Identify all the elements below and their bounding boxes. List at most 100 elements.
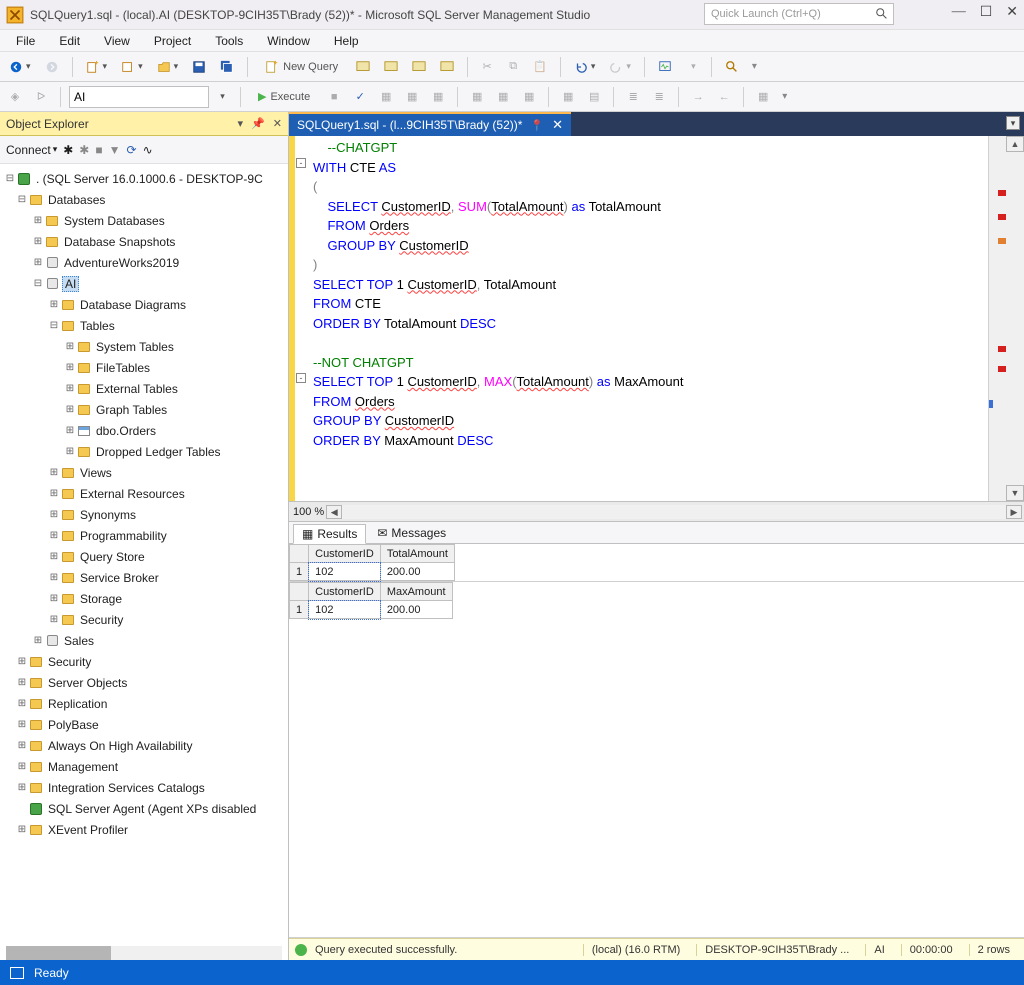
panel-dropdown-arrow[interactable]: ▾ <box>1006 116 1020 130</box>
expand-icon[interactable]: ⊞ <box>32 215 44 226</box>
tree-node[interactable]: ⊞Database Diagrams <box>0 294 288 315</box>
find-button[interactable] <box>720 56 744 78</box>
intellisense-button[interactable]: ▦ <box>427 86 449 108</box>
code-text-area[interactable]: --CHATGPTWITH CTE AS( SELECT CustomerID,… <box>309 136 988 501</box>
open-button[interactable] <box>152 56 184 78</box>
display-plan-button[interactable]: ▦ <box>375 86 397 108</box>
new-query-button[interactable]: New Query <box>256 56 347 78</box>
tree-node[interactable]: ⊞Security <box>0 651 288 672</box>
new-project-button[interactable] <box>116 56 148 78</box>
maximize-button[interactable]: ☐ <box>980 4 993 21</box>
menu-tools[interactable]: Tools <box>203 32 255 50</box>
tree-node[interactable]: ⊞Dropped Ledger Tables <box>0 441 288 462</box>
expand-icon[interactable]: ⊞ <box>32 635 44 646</box>
results-grid-button[interactable]: ▦ <box>557 86 579 108</box>
include-plan-button[interactable]: ▦ <box>466 86 488 108</box>
cell[interactable]: 200.00 <box>380 563 454 581</box>
zoom-level[interactable]: 100 % <box>293 506 324 518</box>
tree-node[interactable]: ⊞System Databases <box>0 210 288 231</box>
specify-values-button[interactable]: ▦ <box>752 86 774 108</box>
column-header[interactable] <box>290 545 309 563</box>
expand-icon[interactable]: ⊞ <box>16 740 28 751</box>
refresh-icon[interactable]: ⟳ <box>127 143 137 157</box>
expand-icon[interactable]: ⊞ <box>16 761 28 772</box>
fold-box[interactable]: - <box>296 373 306 383</box>
activity-monitor-dd[interactable] <box>681 56 703 78</box>
tab-pin-icon[interactable]: 📍 <box>530 119 544 132</box>
expand-icon[interactable]: ⊞ <box>64 446 76 457</box>
column-header[interactable]: TotalAmount <box>380 545 454 563</box>
indent-button[interactable]: → <box>687 86 709 108</box>
tree-node[interactable]: ⊞Database Snapshots <box>0 231 288 252</box>
tree-node[interactable]: ⊞Storage <box>0 588 288 609</box>
result-grid[interactable]: CustomerIDMaxAmount1102200.00 <box>289 582 1024 938</box>
tree-node[interactable]: ⊞Synonyms <box>0 504 288 525</box>
tree-node[interactable]: ⊞PolyBase <box>0 714 288 735</box>
tab-close-icon[interactable]: ✕ <box>552 117 563 133</box>
tree-node[interactable]: ⊞Service Broker <box>0 567 288 588</box>
result-grid[interactable]: CustomerIDTotalAmount 1102200.00 <box>289 544 1024 582</box>
panel-pin-icon[interactable]: 📌 <box>251 117 265 130</box>
stop-icon[interactable]: ✱ <box>79 143 89 157</box>
cell[interactable]: 200.00 <box>380 601 452 619</box>
expand-icon[interactable]: ⊞ <box>16 782 28 793</box>
toolbar-overflow-icon[interactable]: ▾ <box>752 61 757 72</box>
column-header[interactable]: CustomerID <box>309 583 381 601</box>
tree-node[interactable]: ⊞XEvent Profiler <box>0 819 288 840</box>
expand-icon[interactable]: ⊞ <box>32 257 44 268</box>
connect-button[interactable]: Connect▾ <box>6 143 57 157</box>
expand-icon[interactable]: ⊟ <box>4 173 16 184</box>
tree-node[interactable]: ⊞AdventureWorks2019 <box>0 252 288 273</box>
expand-icon[interactable]: ⊞ <box>16 656 28 667</box>
tree-node[interactable]: ⊞Query Store <box>0 546 288 567</box>
dmx-query-button[interactable] <box>379 56 403 78</box>
tree-node[interactable]: ⊞System Tables <box>0 336 288 357</box>
stop2-icon[interactable]: ■ <box>95 143 102 157</box>
scroll-left-arrow[interactable]: ◀ <box>326 505 342 519</box>
column-header[interactable]: CustomerID <box>309 545 381 563</box>
tree-node[interactable]: ⊞Graph Tables <box>0 399 288 420</box>
tree-node[interactable]: ⊞External Resources <box>0 483 288 504</box>
debug-button[interactable]: ◈ <box>4 86 26 108</box>
results-text-button[interactable]: ▤ <box>583 86 605 108</box>
nav-back-button[interactable] <box>4 56 36 78</box>
tree-node[interactable]: ⊞Integration Services Catalogs <box>0 777 288 798</box>
search-icon[interactable] <box>875 7 889 24</box>
close-button[interactable]: ✕ <box>1006 4 1018 21</box>
cell[interactable]: 102 <box>309 563 381 581</box>
expand-icon[interactable]: ⊞ <box>64 362 76 373</box>
tree-node[interactable]: ⊞Programmability <box>0 525 288 546</box>
tree-node[interactable]: ⊟Tables <box>0 315 288 336</box>
redo-button[interactable] <box>604 56 636 78</box>
expand-icon[interactable]: ⊞ <box>48 572 60 583</box>
expand-icon[interactable]: ⊞ <box>64 425 76 436</box>
outdent-button[interactable]: ← <box>713 86 735 108</box>
expand-icon[interactable]: ⊞ <box>16 698 28 709</box>
execute-button[interactable]: ▶Execute <box>249 86 319 108</box>
tree-node[interactable]: ⊞dbo.Orders <box>0 420 288 441</box>
tree-node[interactable]: ⊟AI <box>0 273 288 294</box>
tree-node[interactable]: SQL Server Agent (Agent XPs disabled <box>0 798 288 819</box>
expand-icon[interactable]: ⊞ <box>48 467 60 478</box>
column-header[interactable]: MaxAmount <box>380 583 452 601</box>
menu-view[interactable]: View <box>92 32 142 50</box>
expand-icon[interactable]: ⊞ <box>32 236 44 247</box>
save-button[interactable] <box>187 56 211 78</box>
tree-node[interactable]: ⊞Server Objects <box>0 672 288 693</box>
debug2-button[interactable]: ᐅ <box>30 86 52 108</box>
expand-icon[interactable]: ⊞ <box>48 299 60 310</box>
editor-vertical-scrollbar[interactable]: ▲ ▼ <box>1006 136 1024 501</box>
parse-button[interactable]: ✓ <box>349 86 371 108</box>
tree-node[interactable]: ⊞Views <box>0 462 288 483</box>
object-explorer-tree[interactable]: ⊟. (SQL Server 16.0.1000.6 - DESKTOP-9C⊟… <box>0 164 288 960</box>
dax-query-button[interactable] <box>435 56 459 78</box>
tree-node[interactable]: ⊟Databases <box>0 189 288 210</box>
editor-horizontal-scrollbar[interactable]: ◀ ▶ <box>342 505 1006 519</box>
scroll-down-arrow[interactable]: ▼ <box>1006 485 1024 501</box>
cell[interactable]: 1 <box>290 563 309 581</box>
nav-fwd-button[interactable] <box>40 56 64 78</box>
database-selector[interactable] <box>69 86 209 108</box>
expand-icon[interactable]: ⊞ <box>16 719 28 730</box>
panel-close-icon[interactable]: ✕ <box>273 117 282 130</box>
minimize-button[interactable]: — <box>952 4 966 21</box>
